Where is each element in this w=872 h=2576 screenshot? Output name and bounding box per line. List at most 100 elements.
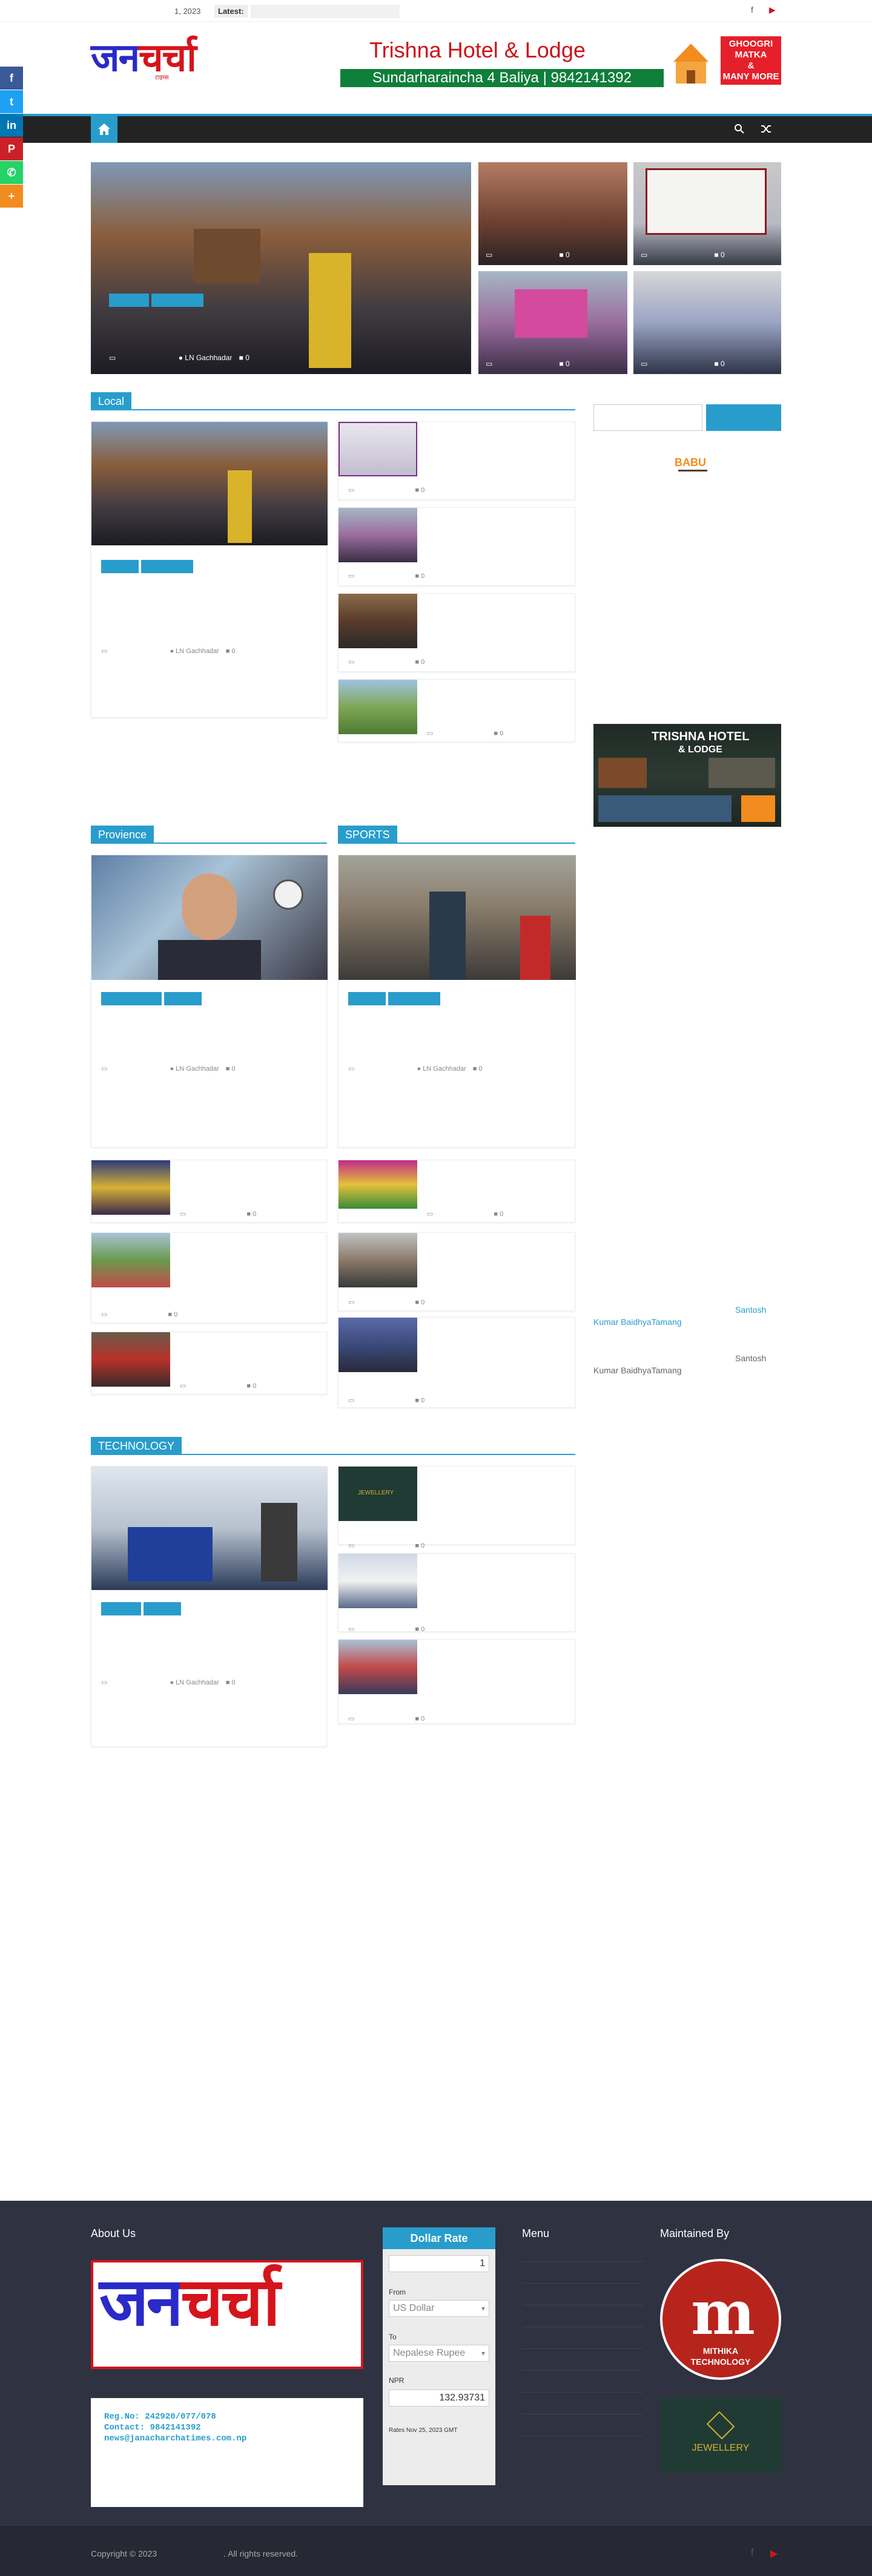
share-whatsapp-button[interactable]: ✆ [0, 161, 23, 184]
search-icon[interactable] [734, 123, 745, 137]
to-currency-select[interactable]: Nepalese Rupee ▾ [389, 2345, 489, 2362]
footer-logo[interactable]: जनचर्चा [91, 2260, 363, 2369]
comment-count[interactable]: 0 [421, 1626, 424, 1633]
category-badge[interactable] [164, 992, 202, 1005]
technology-list-item[interactable]: ▭ ■ 0 [338, 1553, 575, 1633]
sidebar-search-button[interactable] [706, 404, 781, 431]
post-author[interactable]: LN Gachhadar [176, 1679, 219, 1686]
author-first-name[interactable]: Santosh [735, 1353, 766, 1363]
technology-list-item[interactable]: JEWELLERY ▭ ■ 0 [338, 1466, 575, 1549]
category-badge[interactable] [109, 294, 149, 307]
post-thumbnail[interactable] [339, 594, 417, 648]
share-pinterest-button[interactable]: P [0, 137, 23, 160]
post-thumbnail[interactable] [91, 1233, 170, 1287]
technology-list-item[interactable]: ▭ ■ 0 [338, 1639, 575, 1724]
post-thumbnail[interactable] [339, 422, 417, 476]
facebook-icon[interactable]: f [751, 5, 753, 15]
comment-count[interactable]: 0 [421, 659, 424, 666]
comment-count[interactable]: 0 [479, 1065, 483, 1073]
comment-count[interactable]: 0 [253, 1211, 256, 1218]
sports-main-post[interactable]: ▭ ● LN Gachhadar ■ 0 [338, 855, 576, 1148]
category-badge[interactable] [101, 992, 162, 1005]
post-thumbnail[interactable] [91, 1160, 170, 1215]
comment-count[interactable]: 0 [232, 1065, 236, 1073]
comment-count[interactable]: 0 [421, 1299, 424, 1306]
post-author[interactable]: LN Gachhadar [176, 648, 219, 655]
local-list-item[interactable]: ▭ ■ 0 [338, 679, 575, 742]
sports-list-item[interactable]: ▭ ■ 0 [338, 1232, 575, 1311]
category-badge[interactable] [151, 294, 203, 307]
post-thumbnail[interactable] [339, 508, 417, 562]
youtube-icon[interactable]: ▶ [770, 2548, 778, 2560]
comment-count[interactable]: 0 [500, 1211, 503, 1218]
contact-email[interactable]: news@janacharchatimes.com.np [104, 2433, 350, 2444]
post-image[interactable] [91, 1467, 328, 1590]
maintainer-logo[interactable]: m MITHIKA TECHNOLOGY [660, 2259, 781, 2380]
from-currency-select[interactable]: US Dollar ▾ [389, 2300, 489, 2317]
post-author[interactable]: LN Gachhadar [185, 353, 232, 362]
featured-post-1[interactable]: ▭ ■ 0 [478, 162, 627, 265]
section-title[interactable]: TECHNOLOGY [91, 1437, 182, 1455]
category-badge[interactable] [388, 992, 440, 1005]
section-title[interactable]: Local [91, 392, 132, 410]
author-last-name[interactable]: Kumar BaidhyaTamang [593, 1317, 682, 1327]
local-main-post[interactable]: ▭ ● LN Gachhadar ■ 0 [91, 421, 328, 718]
category-badge[interactable] [348, 992, 386, 1005]
post-thumbnail[interactable] [339, 1554, 417, 1608]
post-thumbnail[interactable] [339, 1233, 417, 1287]
comment-count[interactable]: 0 [721, 251, 725, 259]
comment-count[interactable]: 0 [253, 1382, 256, 1390]
sidebar-search-input[interactable] [593, 404, 702, 431]
technology-main-post[interactable]: ▭ ● LN Gachhadar ■ 0 [91, 1466, 328, 1747]
sports-list-item[interactable]: ▭ ■ 0 [338, 1160, 575, 1223]
header-ad-banner[interactable]: Trishna Hotel & Lodge Sundarharaincha 4 … [340, 36, 781, 91]
local-list-item[interactable]: ▭ ■ 0 [338, 593, 575, 672]
featured-post-4[interactable]: ▭ ■ 0 [633, 271, 781, 374]
post-thumbnail[interactable] [339, 1160, 417, 1209]
post-thumbnail[interactable] [91, 1332, 170, 1387]
post-image[interactable] [339, 855, 576, 980]
sidebar-small-logo[interactable]: BABU [673, 453, 712, 477]
post-thumbnail[interactable] [339, 1640, 417, 1694]
share-linkedin-button[interactable]: in [0, 114, 23, 137]
sports-list-item[interactable]: ▭ ■ 0 [338, 1317, 575, 1408]
comment-count[interactable]: 0 [566, 251, 570, 259]
provience-list-item[interactable]: ▭ ■ 0 [91, 1332, 327, 1395]
contact-number[interactable]: Contact: 9842141392 [104, 2422, 350, 2433]
provience-main-post[interactable]: ▭ ● LN Gachhadar ■ 0 [91, 855, 328, 1148]
comment-count[interactable]: 0 [421, 1397, 424, 1404]
provience-list-item[interactable]: ▭ ■ 0 [91, 1160, 327, 1223]
sidebar-hotel-ad[interactable]: TRISHNA HOTEL & LODGE [593, 724, 781, 827]
post-image[interactable] [91, 855, 328, 980]
comment-count[interactable]: 0 [421, 1542, 424, 1549]
comment-count[interactable]: 0 [500, 730, 503, 737]
post-author[interactable]: LN Gachhadar [176, 1065, 219, 1073]
youtube-icon[interactable]: ▶ [769, 5, 776, 15]
category-badge[interactable] [101, 1602, 141, 1615]
section-title[interactable]: Provience [91, 826, 154, 844]
comment-count[interactable]: 0 [421, 487, 424, 494]
post-thumbnail[interactable] [339, 1318, 417, 1372]
category-badge[interactable] [141, 560, 193, 573]
section-title[interactable]: SPORTS [338, 826, 397, 844]
author-first-name[interactable]: Santosh [735, 1305, 766, 1315]
comment-count[interactable]: 0 [245, 353, 249, 362]
category-badge[interactable] [144, 1602, 181, 1615]
facebook-icon[interactable]: f [751, 2548, 753, 2558]
author-last-name[interactable]: Kumar BaidhyaTamang [593, 1365, 682, 1375]
comment-count[interactable]: 0 [721, 360, 725, 368]
share-facebook-button[interactable]: f [0, 67, 23, 90]
share-twitter-button[interactable]: t [0, 90, 23, 113]
category-badge[interactable] [101, 560, 139, 573]
jewellery-ad[interactable]: JEWELLERY [660, 2398, 781, 2473]
post-thumbnail[interactable] [339, 680, 417, 734]
comment-count[interactable]: 0 [232, 648, 236, 655]
comment-count[interactable]: 0 [232, 1679, 236, 1686]
comment-count[interactable]: 0 [566, 360, 570, 368]
comment-count[interactable]: 0 [174, 1311, 177, 1318]
featured-main-post[interactable]: ▭ ● LN Gachhadar ■ 0 [91, 162, 471, 374]
post-author[interactable]: LN Gachhadar [423, 1065, 466, 1073]
post-image[interactable] [91, 422, 328, 545]
comment-count[interactable]: 0 [421, 1715, 424, 1723]
provience-list-item[interactable]: ▭ ■ 0 [91, 1232, 327, 1323]
